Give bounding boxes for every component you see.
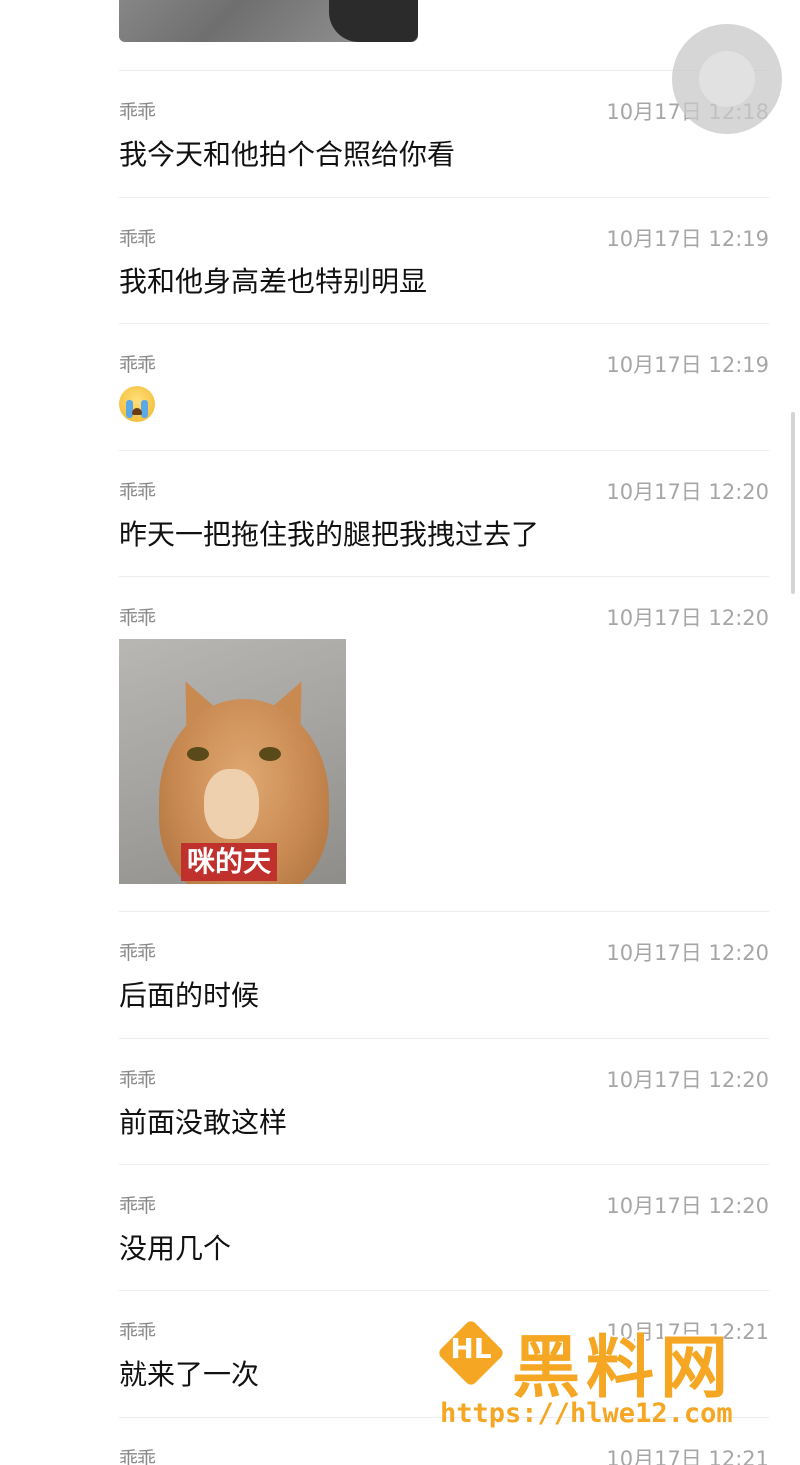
- message-row[interactable]: 乖乖 10月17日 12:19 我和他身高差也特别明显: [119, 197, 769, 298]
- assistive-touch-button[interactable]: [672, 24, 782, 134]
- message-time: 10月17日 12:21: [606, 1447, 769, 1465]
- message-row[interactable]: 乖乖 10月17日 12:20 前面没敢这样: [119, 1038, 769, 1139]
- message-text: 我今天和他拍个合照给你看: [119, 138, 456, 171]
- message-time: 10月17日 12:19: [606, 353, 769, 377]
- message-text: 没用几个: [119, 1232, 232, 1265]
- sender-name: 乖乖: [119, 481, 156, 503]
- sender-name: 乖乖: [119, 354, 156, 376]
- message-row[interactable]: 乖乖 10月17日 12:21 就来了一次: [119, 1290, 769, 1391]
- crying-face-emoji: [119, 386, 155, 422]
- message-text: 我和他身高差也特别明显: [119, 265, 428, 298]
- message-text: 前面没敢这样: [119, 1106, 288, 1139]
- message-time: 10月17日 12:20: [606, 606, 769, 630]
- sender-name: 乖乖: [119, 942, 156, 964]
- message-row[interactable]: 乖乖 10月17日 12:19: [119, 323, 769, 422]
- message-text: 就来了一次: [119, 1358, 260, 1391]
- sender-name: 乖乖: [119, 1321, 156, 1343]
- message-text: 昨天一把拖住我的腿把我拽过去了: [119, 518, 540, 551]
- cat-eye-left: [187, 747, 209, 761]
- photo-shoe-shape: [329, 0, 418, 42]
- cat-meme-image[interactable]: 咪的天: [119, 639, 346, 884]
- message-row[interactable]: 乖乖 10月17日 12:20 没用几个: [119, 1164, 769, 1265]
- message-row[interactable]: 乖乖 10月17日 12:20 咪的天: [119, 576, 769, 884]
- assistive-touch-inner: [699, 51, 755, 107]
- tear-left: [126, 400, 133, 418]
- sender-name: 乖乖: [119, 228, 156, 250]
- message-row[interactable]: 乖乖 10月17日 12:20 昨天一把拖住我的腿把我拽过去了: [119, 450, 769, 551]
- message-time: 10月17日 12:19: [606, 227, 769, 251]
- previous-photo[interactable]: [119, 0, 418, 42]
- watermark-logo-text: HL: [450, 1332, 492, 1365]
- message-time: 10月17日 12:20: [606, 941, 769, 965]
- sender-name: 乖乖: [119, 607, 156, 629]
- meme-caption: 咪的天: [181, 843, 278, 881]
- sender-name: 乖乖: [119, 101, 156, 123]
- message-text: 后面的时候: [119, 979, 260, 1012]
- tear-right: [141, 400, 148, 418]
- scrollbar-thumb[interactable]: [791, 412, 795, 594]
- watermark-url: https://hlwe12.com: [440, 1398, 733, 1429]
- message-time: 10月17日 12:20: [606, 480, 769, 504]
- cat-eye-right: [259, 747, 281, 761]
- sender-name: 乖乖: [119, 1195, 156, 1217]
- watermark-title: 黑料网: [512, 1329, 735, 1408]
- watermark: HL 黑料网 https://hlwe12.com: [436, 1318, 770, 1434]
- message-time: 10月17日 12:20: [606, 1068, 769, 1092]
- sender-name: 乖乖: [119, 1069, 156, 1091]
- message-row[interactable]: 乖乖 10月17日 12:20 后面的时候: [119, 911, 769, 1012]
- cat-paw: [204, 769, 259, 839]
- sender-name: 乖乖: [119, 1448, 156, 1465]
- emoji-mouth: [132, 408, 142, 415]
- message-time: 10月17日 12:20: [606, 1194, 769, 1218]
